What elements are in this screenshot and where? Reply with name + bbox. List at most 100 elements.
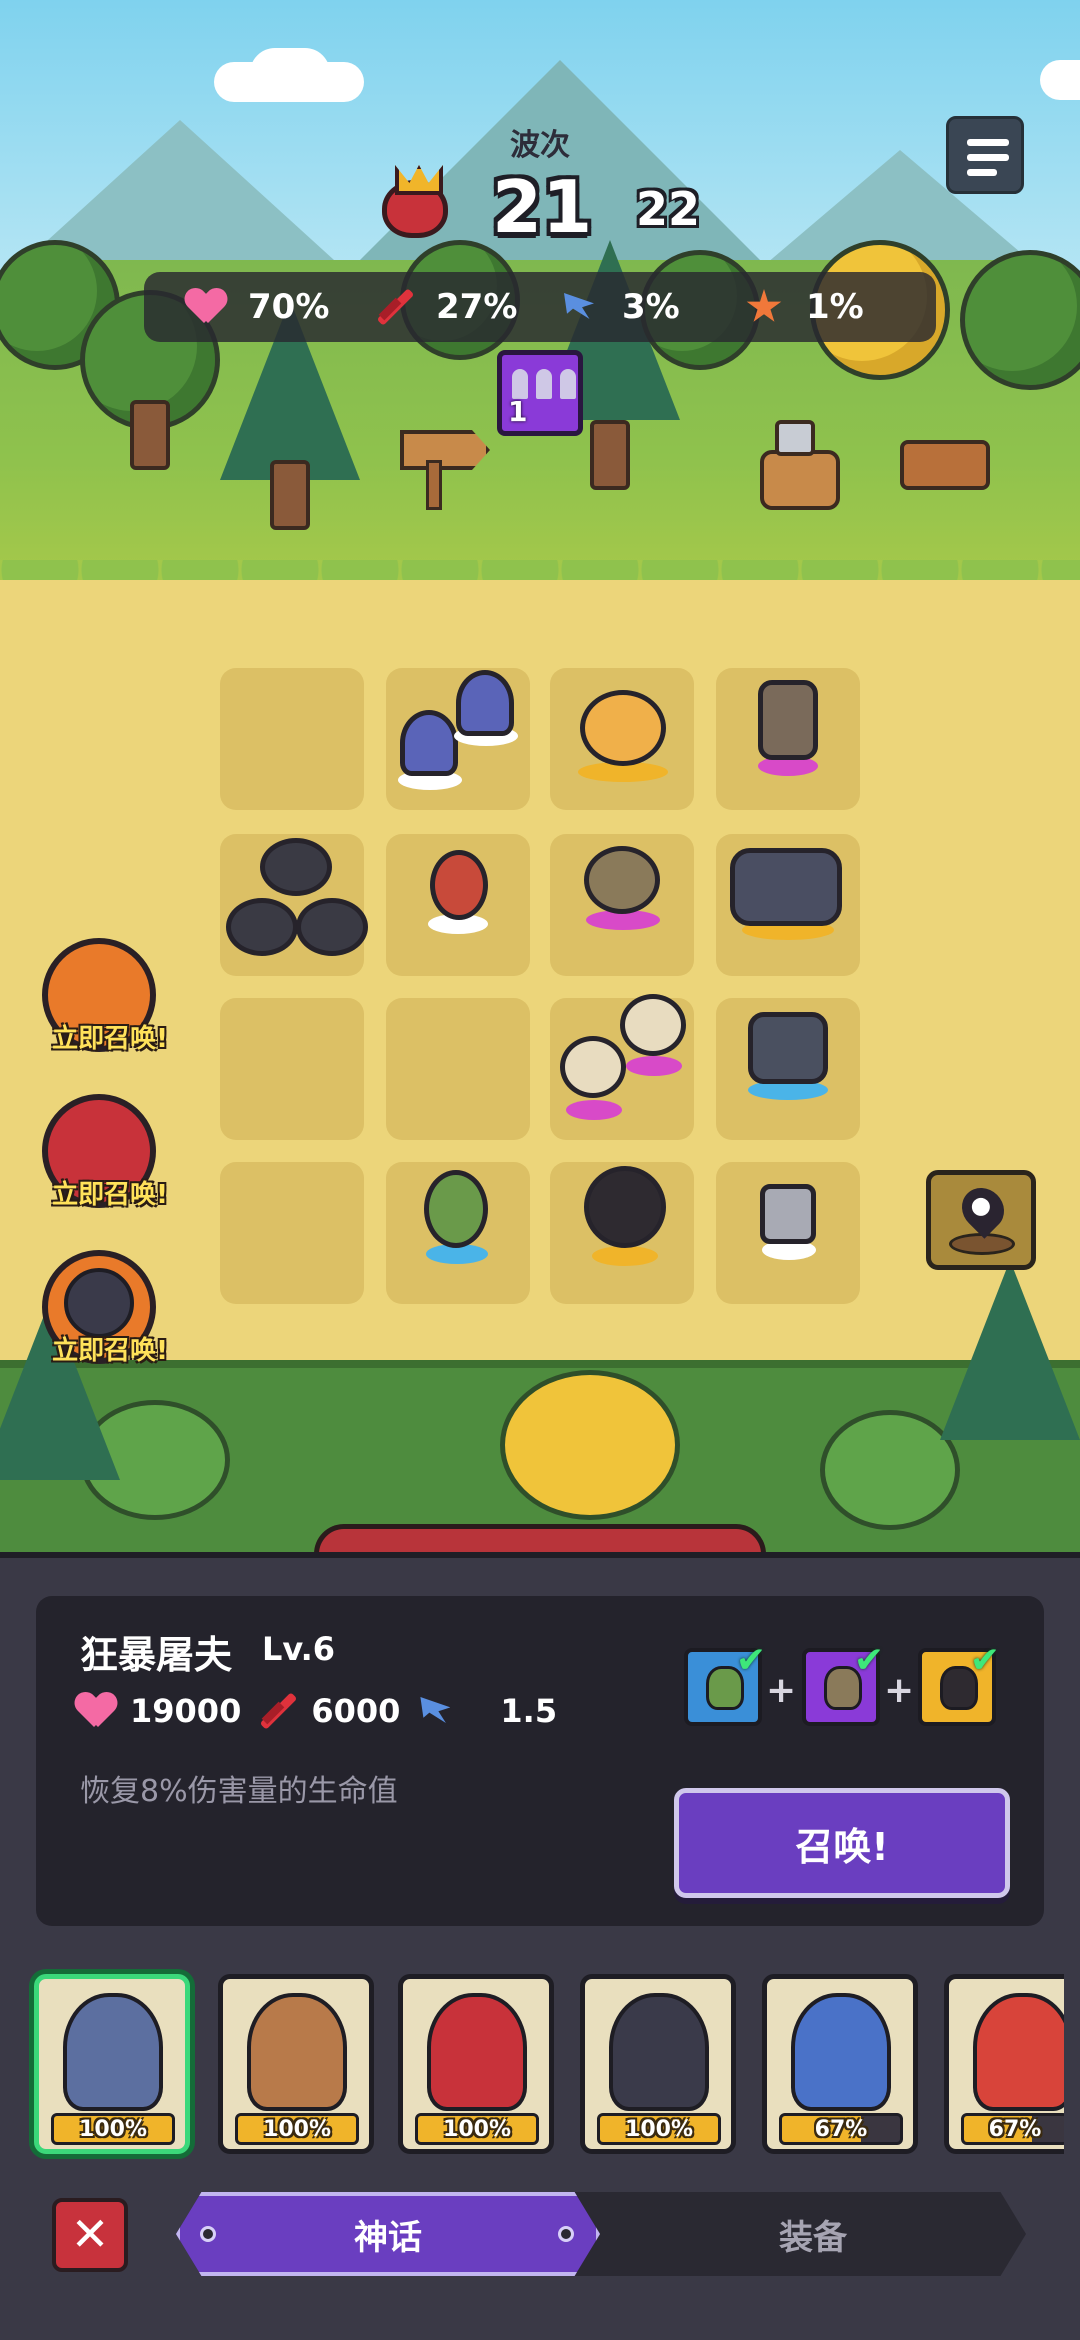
sword-icon	[374, 287, 414, 327]
wolf-unit[interactable]	[260, 838, 332, 896]
progress-label: 67%	[988, 2117, 1042, 2142]
card-progress: 100%	[415, 2113, 539, 2145]
card-progress: 100%	[597, 2113, 721, 2145]
heart-icon	[186, 289, 226, 325]
hp-buff-stat: 70%	[186, 272, 329, 342]
progress-label: 100%	[625, 2117, 693, 2142]
attack-speed-icon	[416, 1691, 456, 1731]
signpost-pole	[426, 460, 442, 510]
wolf-unit[interactable]	[226, 898, 298, 956]
goggle-creature-icon	[791, 1993, 891, 2111]
unit-level: Lv.6	[262, 1630, 336, 1668]
unit-shadow	[626, 1056, 682, 1076]
menu-icon	[967, 139, 1009, 146]
mythic-card-cowboy-robot[interactable]: 100%	[218, 1974, 374, 2154]
red-hair-warrior-icon	[973, 1993, 1064, 2111]
summon-now-label[interactable]: 立即召唤!	[20, 1174, 200, 1211]
attack-buff-value: 27%	[436, 287, 518, 327]
tiger-unit[interactable]	[580, 690, 666, 766]
plus-icon: +	[884, 1670, 915, 1711]
army-count: 1	[508, 395, 528, 428]
menu-button[interactable]	[946, 116, 1024, 194]
card-progress: 67%	[779, 2113, 903, 2145]
progress-label: 100%	[443, 2117, 511, 2142]
butcher-icon	[63, 1993, 163, 2111]
recipe-ingredient[interactable]: ✔	[684, 1640, 766, 1726]
tree-trunk	[270, 460, 310, 530]
pine-tree	[940, 1260, 1080, 1440]
summon-now-label[interactable]: 立即召唤!	[20, 1330, 200, 1367]
progress-label: 100%	[263, 2117, 331, 2142]
boss-spawn-button[interactable]	[926, 1170, 1036, 1270]
bandit-unit[interactable]	[584, 1166, 666, 1248]
armored-knight-unit[interactable]	[730, 848, 842, 926]
cloud	[1040, 60, 1080, 100]
check-icon: ✔	[735, 1640, 766, 1681]
heart-icon	[76, 1693, 116, 1729]
tab-dot	[558, 2226, 574, 2242]
card-progress: 100%	[235, 2113, 359, 2145]
recipe-ingredient[interactable]: ✔	[802, 1640, 884, 1726]
red-hair-swordsman-unit[interactable]	[430, 850, 488, 920]
crit-icon	[744, 287, 784, 327]
grid-tile[interactable]	[220, 998, 364, 1140]
summon-now-label[interactable]: 立即召唤!	[20, 1018, 200, 1055]
signpost	[400, 430, 490, 470]
mythic-card-butcher[interactable]: 100%	[34, 1974, 190, 2154]
buff-stats-bar: 70% 27% 3% 1%	[144, 272, 936, 342]
tab-dot	[200, 2226, 216, 2242]
wolf-unit[interactable]	[296, 898, 368, 956]
blue-hood-unit[interactable]	[400, 710, 458, 776]
army-count-badge[interactable]: 1	[497, 350, 583, 436]
hp-buff-value: 70%	[248, 287, 330, 327]
tab-equipment[interactable]: 装备	[600, 2192, 1026, 2276]
unit-stats: 19000 6000 1.5	[76, 1686, 573, 1736]
unit-shadow	[592, 1246, 658, 1266]
ninja-icon	[609, 1993, 709, 2111]
unit-shadow	[566, 1100, 622, 1120]
tree-trunk	[130, 400, 170, 470]
robot-unit[interactable]	[758, 680, 818, 760]
check-icon: ✔	[969, 1640, 1000, 1681]
tank-unit[interactable]	[748, 1012, 828, 1084]
winged-unit[interactable]	[620, 994, 686, 1056]
small-robot-unit[interactable]	[760, 1184, 816, 1244]
tab-mythic[interactable]: 神话	[176, 2192, 600, 2276]
crit-buff-stat: 1%	[744, 272, 864, 342]
mythic-card-red-hair-warrior[interactable]: 67%	[944, 1974, 1064, 2154]
grid-tile[interactable]	[220, 1162, 364, 1304]
battlefield-sand	[0, 580, 1080, 1400]
bush	[820, 1410, 960, 1530]
speed-buff-value: 3%	[622, 287, 680, 327]
blue-hood-unit[interactable]	[456, 670, 514, 736]
summon-button[interactable]: 召唤!	[674, 1788, 1010, 1898]
mythic-card-red-demon[interactable]: 100%	[398, 1974, 554, 2154]
check-icon: ✔	[853, 1640, 884, 1681]
menu-icon	[967, 154, 1009, 161]
close-button[interactable]: ✕	[52, 2198, 128, 2272]
gunner-unit[interactable]	[584, 846, 660, 914]
unit-attack-speed: 1.5	[500, 1692, 558, 1730]
recipe-ingredient[interactable]: ✔	[918, 1640, 1000, 1726]
grid-tile[interactable]	[220, 668, 364, 810]
progress-label: 100%	[79, 2117, 147, 2142]
unit-attack: 6000	[311, 1692, 401, 1730]
grid-tile[interactable]	[386, 998, 530, 1140]
crit-buff-value: 1%	[806, 287, 864, 327]
winged-unit[interactable]	[560, 1036, 626, 1098]
speed-buff-stat: 3%	[560, 272, 680, 342]
card-progress: 100%	[51, 2113, 175, 2145]
red-demon-icon	[427, 1993, 527, 2111]
golden-bush	[500, 1370, 680, 1520]
unit-hp: 19000	[130, 1692, 242, 1730]
card-progress: 67%	[961, 2113, 1064, 2145]
mythic-card-ninja[interactable]: 100%	[580, 1974, 736, 2154]
wave-label: 波次	[510, 128, 570, 163]
attack-speed-icon	[560, 287, 600, 327]
sword-icon	[257, 1691, 297, 1731]
unit-name: 狂暴屠夫	[80, 1633, 233, 1677]
axe	[775, 420, 815, 456]
attack-buff-stat: 27%	[374, 272, 517, 342]
mythic-card-goggle-creature[interactable]: 67%	[762, 1974, 918, 2154]
archer-unit[interactable]	[424, 1170, 488, 1248]
